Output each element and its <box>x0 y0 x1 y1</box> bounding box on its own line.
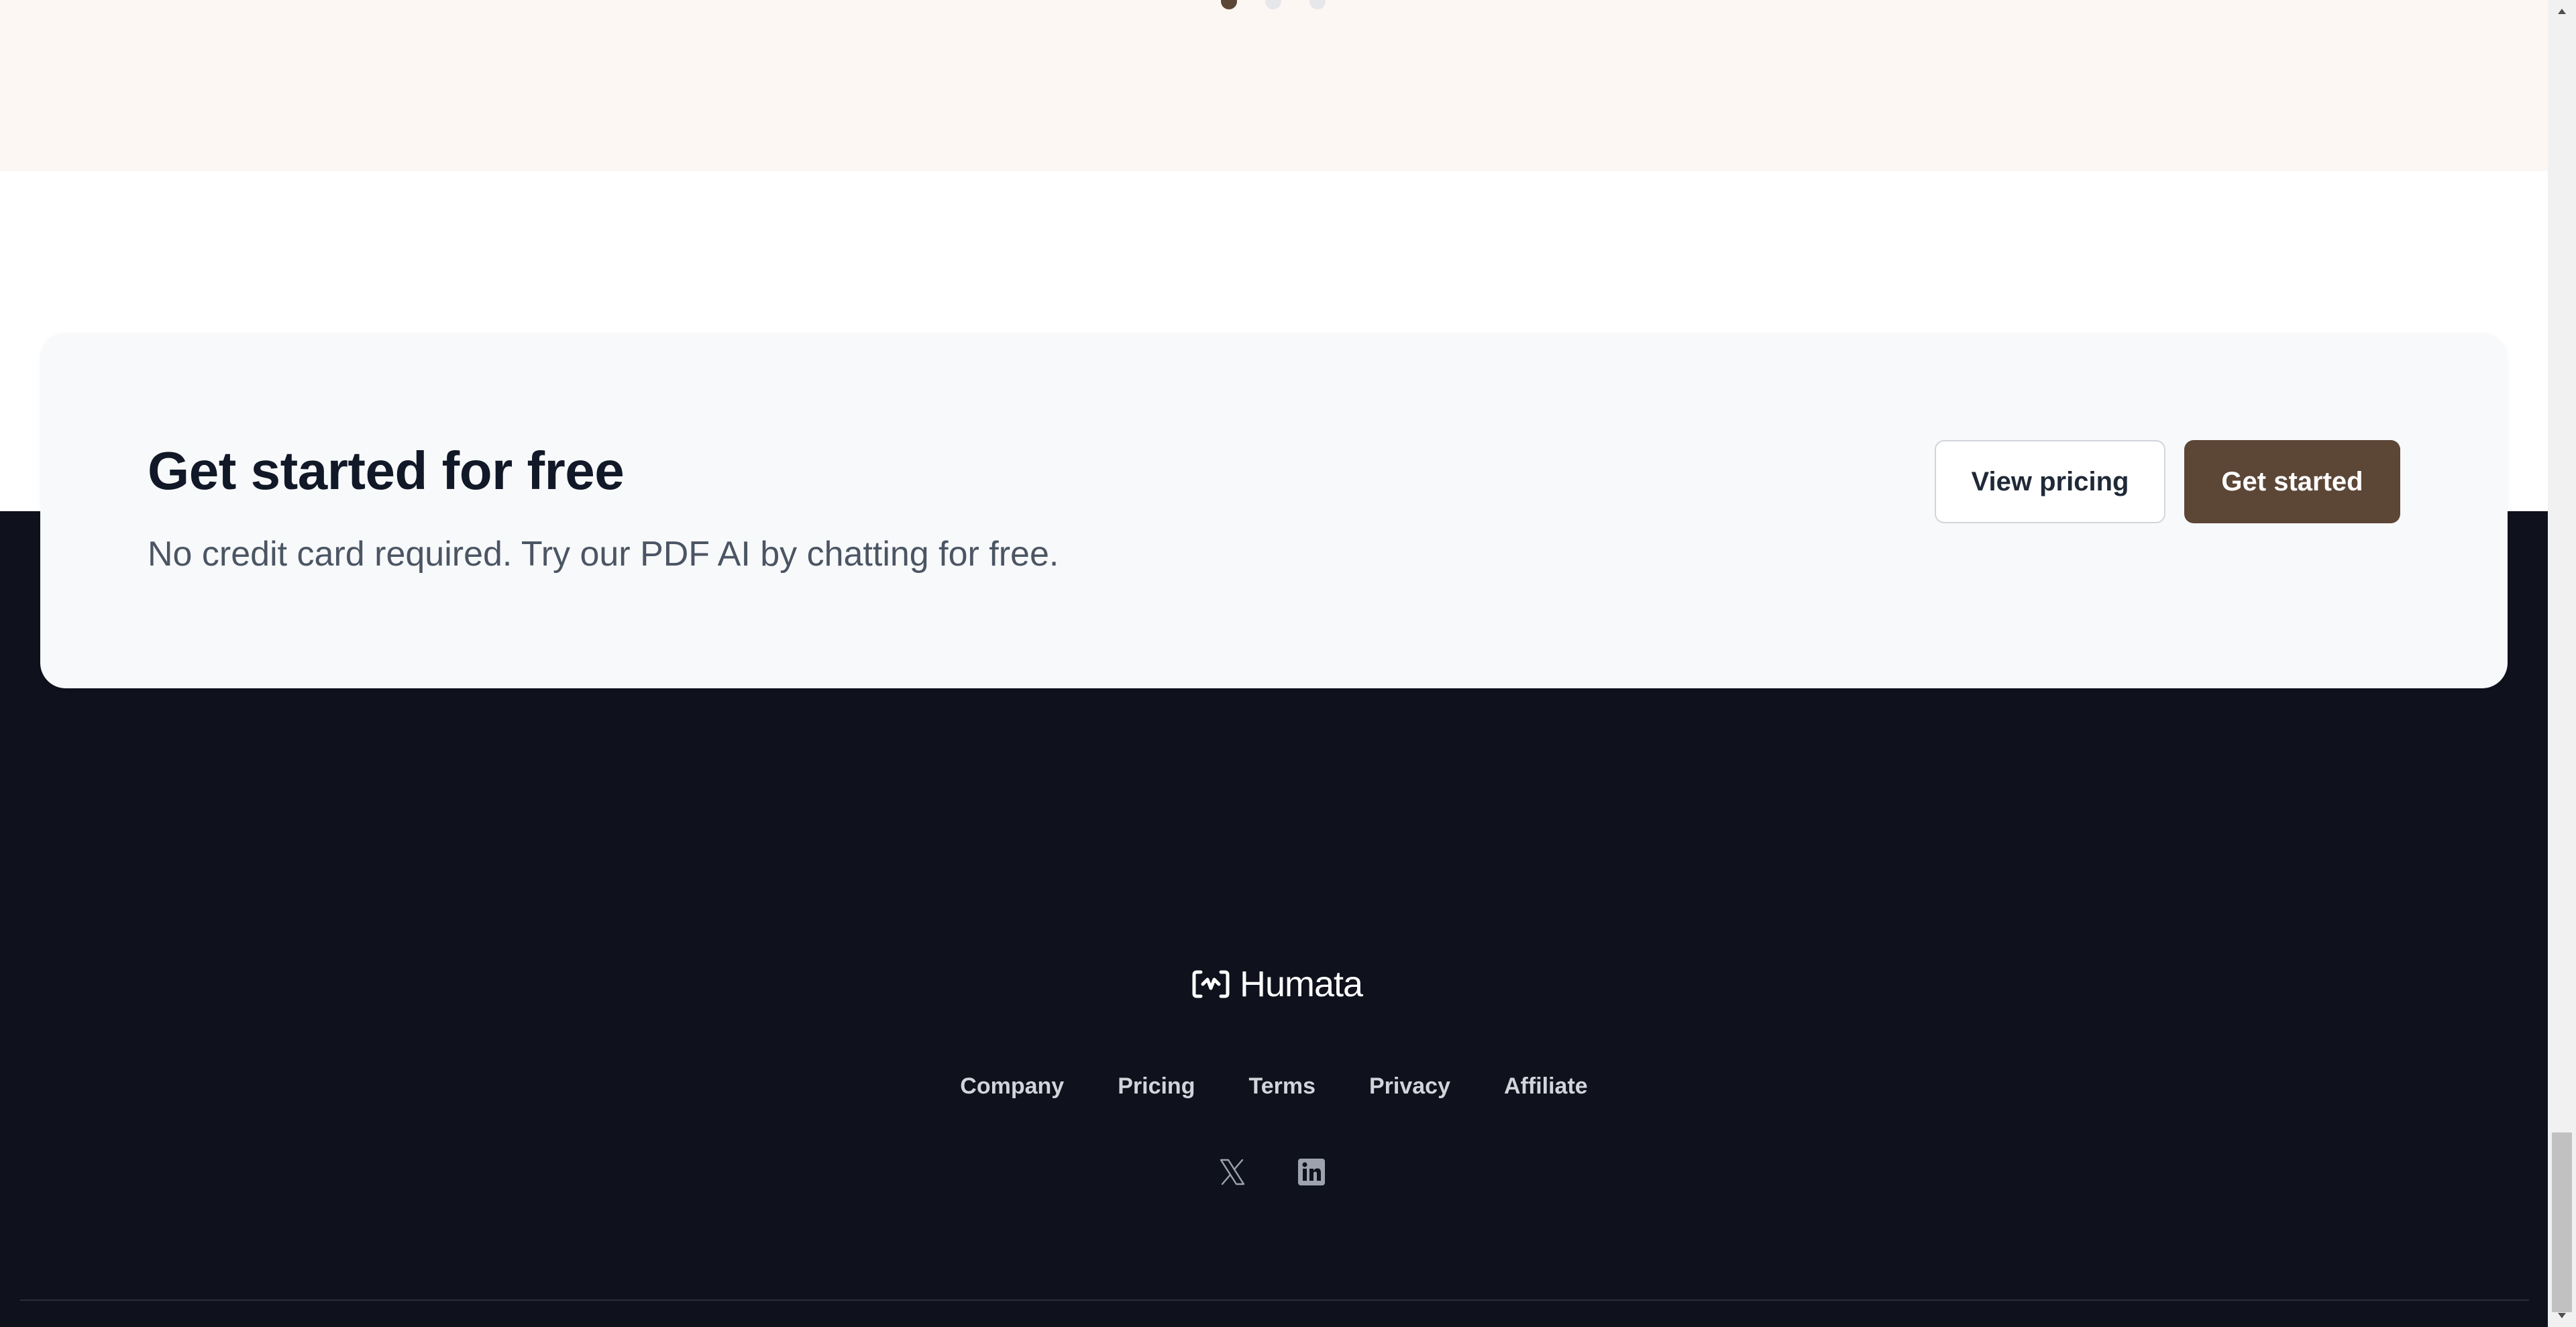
page: Get started for free No credit card requ… <box>0 0 2576 1327</box>
social-links <box>1217 1157 1327 1187</box>
scroll-down-icon[interactable] <box>2548 1304 2576 1327</box>
footer-brand-logo[interactable]: Humata <box>1191 963 1363 1005</box>
x-icon[interactable] <box>1217 1157 1248 1187</box>
carousel-section <box>0 0 2548 171</box>
cta-title: Get started for free <box>148 441 625 500</box>
footer-link-privacy[interactable]: Privacy <box>1369 1073 1450 1100</box>
linkedin-icon[interactable] <box>1296 1157 1327 1187</box>
carousel-dot-1[interactable] <box>1221 0 1237 9</box>
carousel-dot-3[interactable] <box>1309 0 1326 9</box>
brand-name: Humata <box>1240 964 1363 1004</box>
carousel-dot-2[interactable] <box>1265 0 1281 9</box>
footer-link-terms[interactable]: Terms <box>1248 1073 1316 1100</box>
vertical-scrollbar[interactable] <box>2548 0 2576 1327</box>
view-pricing-button[interactable]: View pricing <box>1935 440 2165 523</box>
footer-nav: Company Pricing Terms Privacy Affiliate <box>0 1073 2548 1100</box>
humata-logo-icon <box>1192 970 1230 998</box>
footer-link-affiliate[interactable]: Affiliate <box>1504 1073 1588 1100</box>
footer-link-company[interactable]: Company <box>960 1073 1064 1100</box>
footer-link-pricing[interactable]: Pricing <box>1118 1073 1195 1100</box>
scrollbar-thumb[interactable] <box>2552 1132 2572 1312</box>
cta-subtitle: No credit card required. Try our PDF AI … <box>148 535 1059 574</box>
cta-card: Get started for free No credit card requ… <box>40 333 2508 688</box>
get-started-button[interactable]: Get started <box>2184 440 2400 523</box>
footer-divider <box>20 1299 2529 1301</box>
scroll-up-icon[interactable] <box>2548 0 2576 23</box>
carousel-dots <box>1221 0 1326 9</box>
